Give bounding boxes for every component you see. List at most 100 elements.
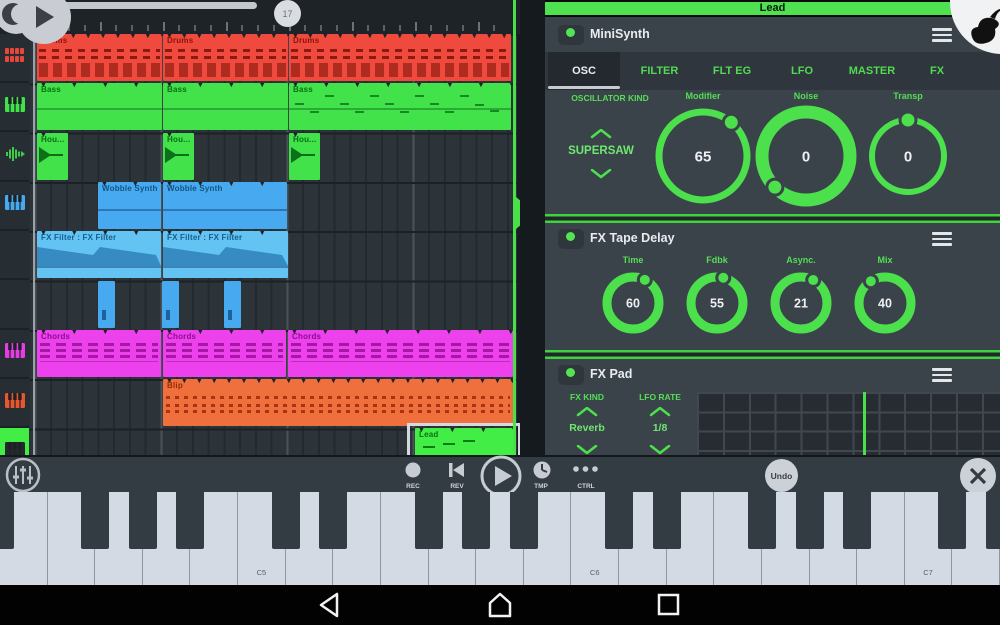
clip-hou-[interactable]: ▼▼Hou... [163, 132, 194, 180]
playhead-handle[interactable] [516, 197, 520, 229]
clip-wobble-synth[interactable]: ▼▼▼▼▼Wobble Synth [163, 181, 287, 229]
clip-drums[interactable]: ▼▼▼▼▼▼▼▼▼▼Drums [163, 34, 288, 81]
black-key[interactable] [81, 492, 110, 549]
clip-audio[interactable] [224, 280, 241, 328]
clip-bass[interactable]: ▼▼▼▼▼▼Bass [163, 83, 288, 131]
black-key[interactable] [319, 492, 348, 549]
oscillator-kind-value[interactable]: SUPERSAW [546, 145, 656, 157]
control-button[interactable] [570, 463, 602, 475]
knob-label: Transp [893, 91, 923, 101]
knob-noise[interactable]: 0 [748, 98, 864, 214]
knob-time[interactable]: 60 [593, 263, 673, 343]
knob-transp[interactable]: 0 [858, 106, 958, 206]
bar-position-marker[interactable]: 17 [274, 0, 301, 27]
clip-texture [39, 56, 160, 59]
fl-studio-mobile-app: ▼▼▼▼▼▼▼▼▼▼Drums▼▼▼▼▼▼▼▼▼▼Drums▼▼▼▼▼▼▼▼▼▼… [0, 0, 1000, 585]
fl-logo[interactable] [940, 0, 1000, 58]
clip-label: Drums [167, 36, 194, 45]
black-key[interactable] [652, 492, 681, 549]
menu-hamburger-icon[interactable] [932, 232, 952, 246]
clip-audio[interactable] [98, 280, 115, 328]
fx-pad-section: FX Pad FX KIND Reverb LFO RATE 1/8 [545, 359, 1000, 455]
clip-texture [166, 396, 510, 399]
clip-label: Chords [41, 331, 71, 341]
corner-menu-widget[interactable] [0, 0, 80, 50]
fxpad-grid[interactable] [697, 392, 1000, 455]
control-label: CTRL [577, 483, 595, 490]
black-key[interactable] [843, 492, 872, 549]
playlist-arrangement[interactable]: ▼▼▼▼▼▼▼▼▼▼Drums▼▼▼▼▼▼▼▼▼▼Drums▼▼▼▼▼▼▼▼▼▼… [0, 0, 520, 455]
undo-button[interactable]: Undo [765, 459, 798, 492]
mixer-button[interactable] [4, 457, 42, 494]
clip-bass[interactable]: ▼▼▼▼▼▼Bass [37, 83, 162, 131]
tab-flt-eg[interactable]: FLT EG [697, 52, 767, 90]
clip-texture [37, 108, 162, 111]
selected-track-bar[interactable]: Lead [545, 0, 1000, 17]
piano-keyboard[interactable]: C5 C6 C7 [0, 492, 1000, 585]
clip-audio[interactable] [162, 280, 179, 328]
rewind-button[interactable] [446, 460, 468, 480]
clip-texture [291, 56, 509, 59]
tempo-button[interactable] [531, 459, 553, 481]
black-key[interactable] [128, 492, 157, 549]
clip-wobble-synth[interactable]: ▼▼▼▼Wobble Synth [98, 181, 161, 229]
black-key[interactable] [795, 492, 824, 549]
power-led[interactable] [558, 365, 584, 385]
nav-recents-icon[interactable] [654, 591, 682, 619]
chevron-down-icon[interactable] [590, 169, 612, 179]
black-key[interactable] [509, 492, 538, 549]
record-button[interactable] [403, 460, 423, 480]
tab-master[interactable]: MASTER [837, 52, 907, 90]
tab-filter[interactable]: FILTER [627, 52, 692, 90]
clip-chords[interactable]: ▼▼▼▼▼▼▼▼▼Chords [288, 329, 513, 377]
black-key[interactable] [605, 492, 634, 549]
minisynth-tabrow: OSC FILTER FLT EG LFO MASTER FX [545, 52, 1000, 90]
nav-home-icon[interactable] [486, 591, 514, 619]
clip-blip[interactable]: ▼▼▼▼▼▼▼▼▼▼▼▼▼▼▼▼▼▼▼▼▼▼▼▼▼ Blip [163, 379, 513, 427]
knob-fdbk[interactable]: 55 [677, 263, 757, 343]
section-title: FX Tape Delay [590, 231, 675, 245]
clip-drums[interactable]: ▼▼▼▼▼▼▼▼▼▼▼▼▼▼▼▼ Drums [289, 34, 511, 81]
clip-lead[interactable]: ▼▼▼▼▼Lead [415, 428, 514, 455]
chevron-up-icon[interactable] [590, 129, 612, 139]
chevron-up-icon[interactable] [576, 407, 598, 417]
knob-mix[interactable]: 40 [845, 263, 925, 343]
clip-label: Bass [293, 85, 313, 95]
tab-lfo[interactable]: LFO [772, 52, 832, 90]
black-key[interactable] [747, 492, 776, 549]
power-led[interactable] [558, 229, 584, 249]
tab-osc[interactable]: OSC [548, 52, 620, 90]
black-key[interactable] [462, 492, 491, 549]
black-key[interactable] [176, 492, 205, 549]
clip-texture [166, 354, 283, 358]
chevron-down-icon[interactable] [576, 445, 598, 455]
close-button[interactable] [959, 457, 997, 495]
black-key[interactable] [0, 492, 14, 549]
black-key[interactable] [938, 492, 967, 549]
chevron-down-icon[interactable] [649, 445, 671, 455]
clip-chords[interactable]: ▼▼▼▼▼Chords [37, 329, 161, 377]
clip-note [415, 95, 424, 98]
clip-note [295, 103, 304, 106]
clip-hou-[interactable]: ▼▼Hou... [289, 132, 320, 180]
black-key[interactable] [986, 492, 1000, 549]
clip-fx-filter-fx-filter[interactable]: ▼▼▼▼▼FX Filter : FX Filter [37, 231, 161, 279]
knob-async[interactable]: 21 [761, 263, 841, 343]
black-key[interactable] [271, 492, 300, 549]
clip-hou-[interactable]: ▼▼Hou... [37, 132, 68, 180]
knob-modifier[interactable]: 65 [645, 98, 761, 214]
clip-texture [49, 153, 63, 156]
menu-hamburger-icon[interactable] [932, 368, 952, 382]
clip-fx-filter-fx-filter[interactable]: ▼▼▼▼▼▼FX Filter : FX Filter [163, 231, 288, 279]
spinner-value[interactable]: 1/8 [610, 422, 710, 434]
clip-texture [166, 360, 283, 363]
chevron-up-icon[interactable] [649, 407, 671, 417]
section-separator [545, 214, 1000, 223]
power-led[interactable] [558, 25, 584, 45]
black-key[interactable] [414, 492, 443, 549]
nav-back-icon[interactable] [316, 591, 344, 619]
clip-bass[interactable]: ▼▼▼▼▼▼▼▼▼Bass [289, 83, 511, 131]
clip-label: Hou... [167, 134, 191, 144]
clip-chords[interactable]: ▼▼▼▼▼Chords [163, 329, 286, 377]
clip-note [325, 95, 334, 98]
